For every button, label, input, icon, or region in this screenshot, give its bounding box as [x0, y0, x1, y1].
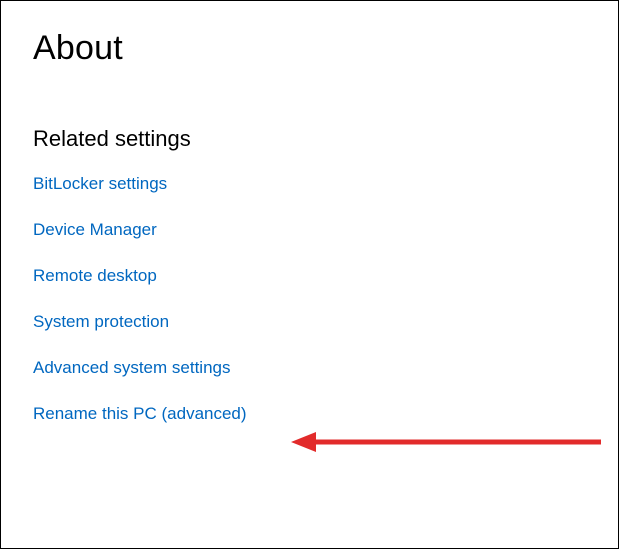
arrow-annotation-icon [291, 427, 601, 457]
system-protection-link[interactable]: System protection [33, 312, 169, 332]
rename-pc-link[interactable]: Rename this PC (advanced) [33, 404, 247, 424]
related-settings-list: BitLocker settings Device Manager Remote… [33, 174, 586, 424]
related-settings-heading: Related settings [33, 126, 586, 152]
page-title: About [33, 29, 586, 68]
remote-desktop-link[interactable]: Remote desktop [33, 266, 157, 286]
advanced-system-settings-link[interactable]: Advanced system settings [33, 358, 230, 378]
bitlocker-settings-link[interactable]: BitLocker settings [33, 174, 167, 194]
device-manager-link[interactable]: Device Manager [33, 220, 157, 240]
